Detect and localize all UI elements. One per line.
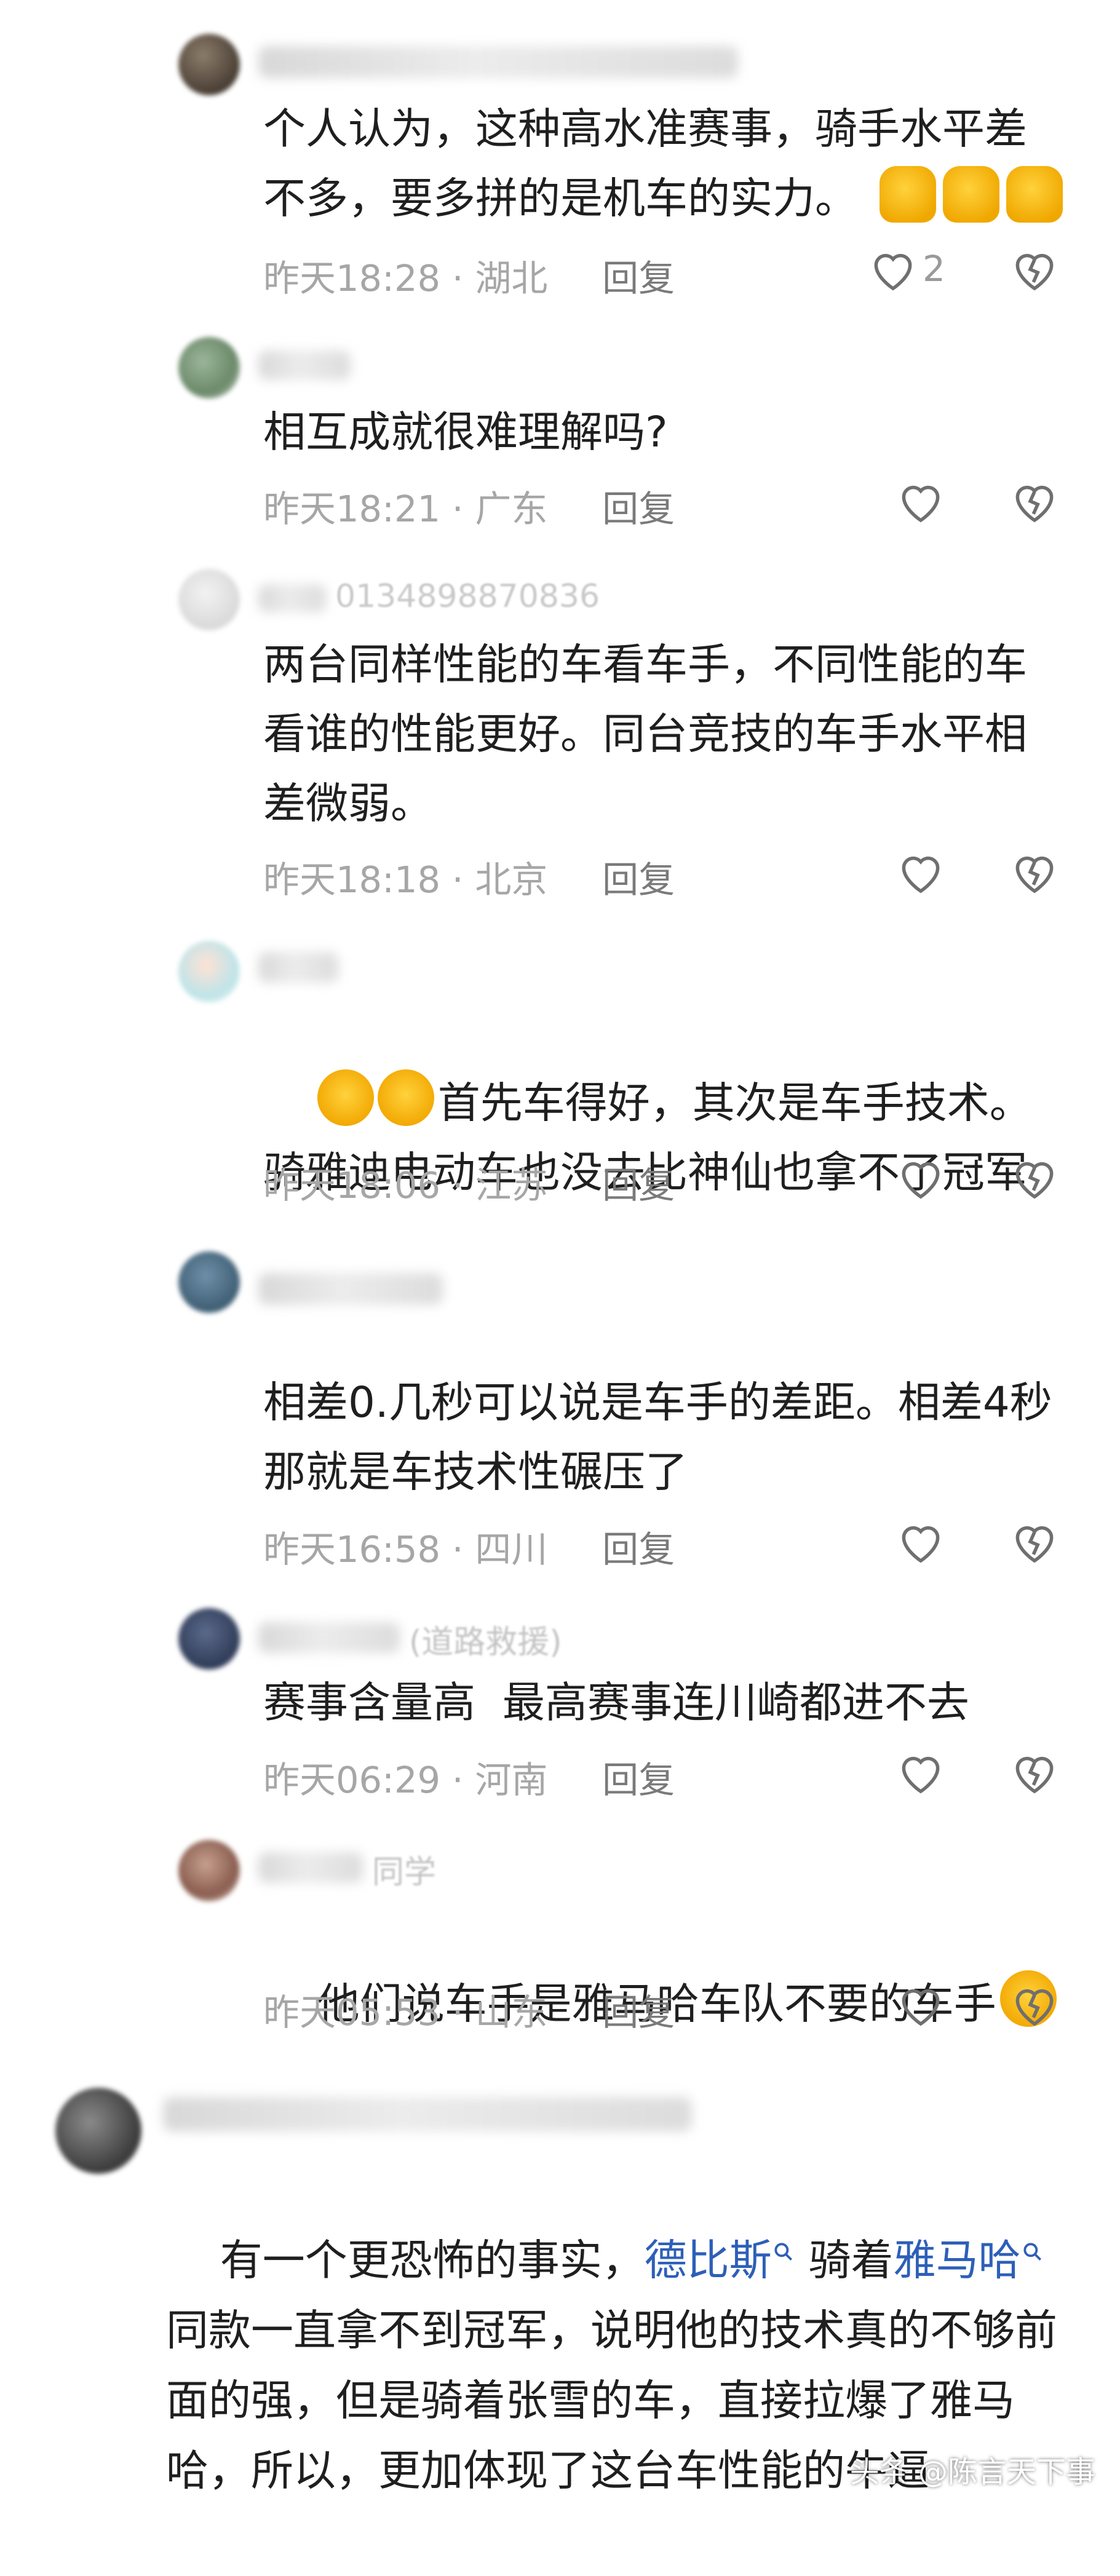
avatar[interactable] [178, 1251, 240, 1313]
timestamp: 昨天18:28 [263, 257, 441, 299]
comment-segment: 骑着 [795, 2236, 894, 2285]
separator: · [451, 488, 464, 530]
comment-text: 两台同样性能的车看车手，不同性能的车看谁的性能更好。同台竞技的车手水平相差微弱。 [263, 640, 1027, 828]
location: 北京 [475, 858, 548, 901]
separator: · [451, 257, 464, 299]
avatar[interactable] [178, 34, 240, 95]
username-blurred[interactable] [258, 1852, 363, 1883]
dislike-icon[interactable] [1009, 1154, 1060, 1201]
timestamp: 昨天05:53 [263, 1991, 441, 2034]
avatar[interactable] [178, 1608, 240, 1670]
search-icon[interactable] [772, 2240, 795, 2264]
username-partial[interactable]: (道路救援) [409, 1616, 562, 1662]
comment-text: 首先车得好，其次是车手技术。骑雅迪电动车也没去比神仙也拿不了冠军 [263, 999, 1063, 1277]
reply-button[interactable]: 回复 [602, 1164, 675, 1207]
search-link[interactable]: 德比斯 [645, 2236, 795, 2285]
heart-icon[interactable] [895, 1518, 947, 1565]
comment-text: 相互成就很难理解吗? [263, 408, 668, 457]
location: 四川 [475, 1528, 548, 1571]
dislike-icon[interactable] [1009, 246, 1060, 293]
location: 河南 [475, 1759, 548, 1801]
comment-meta: 昨天18:06 · 江苏 回复 [263, 1156, 675, 1208]
watermark: 头条 @陈言天下事 [849, 2455, 1095, 2489]
thumbs-up-emoji-icon [880, 166, 936, 223]
comment-text: 相差0.几秒可以说是车手的差距。相差4秒那就是车技术性碾压了 [263, 1378, 1052, 1497]
link-text[interactable]: 雅马哈 [894, 2236, 1021, 2285]
username-partial[interactable]: 同学 [372, 1846, 436, 1892]
reply-button[interactable]: 回复 [602, 1528, 675, 1571]
separator: · [451, 858, 464, 901]
username-blurred[interactable] [258, 351, 351, 380]
reply-button[interactable]: 回复 [602, 858, 675, 901]
dislike-icon[interactable] [1009, 478, 1060, 525]
username-partial[interactable]: 0134898870836 [335, 578, 600, 615]
separator: · [451, 1528, 464, 1571]
username-blurred[interactable] [258, 952, 338, 983]
separator: · [451, 1164, 464, 1207]
main-comment-text: 有一个更恐怖的事实，德比斯 骑着雅马哈 同款一直拿不到冠军，说明他的技术真的不够… [166, 2155, 1064, 2576]
timestamp: 昨天16:58 [263, 1528, 441, 1571]
heart-icon[interactable] [867, 246, 919, 293]
heart-icon[interactable] [895, 1981, 947, 2028]
timestamp: 昨天06:29 [263, 1759, 441, 1801]
crying-laughing-emoji-icon [377, 1069, 434, 1126]
avatar[interactable] [178, 1840, 240, 1901]
comment-segment: 有一个更恐怖的事实， [220, 2236, 645, 2285]
username-blurred[interactable] [258, 46, 738, 78]
comment-meta: 昨天16:58 · 四川 回复 [263, 1520, 675, 1572]
reply-button[interactable]: 回复 [602, 1759, 675, 1801]
separator: · [451, 1991, 464, 2034]
username-blurred[interactable] [258, 584, 326, 612]
heart-icon[interactable] [895, 1154, 947, 1201]
timestamp: 昨天18:21 [263, 488, 441, 530]
username-blurred[interactable] [258, 1273, 443, 1305]
thumbs-up-emoji-icon [1006, 166, 1063, 223]
thumbs-up-emoji-icon [943, 166, 1000, 223]
location: 广东 [475, 488, 548, 530]
dislike-icon[interactable] [1009, 1518, 1060, 1565]
timestamp: 昨天18:18 [263, 858, 441, 901]
avatar[interactable] [178, 569, 240, 630]
comment-meta: 昨天18:21 · 广东 回复 [263, 480, 675, 532]
comment-meta: 昨天18:28 · 湖北 回复 [263, 249, 675, 301]
avatar[interactable] [178, 337, 240, 398]
dislike-icon[interactable] [1009, 1749, 1060, 1796]
avatar[interactable] [178, 941, 240, 1002]
comment-text: 赛事含量高 最高赛事连川崎都进不去 [263, 1678, 969, 1727]
location: 湖北 [475, 257, 548, 299]
reply-button[interactable]: 回复 [602, 488, 675, 530]
emoji-group [880, 166, 1063, 223]
location: 山东 [475, 1991, 548, 2034]
comment-meta: 昨天05:53 · 山东 回复 [263, 1983, 675, 2035]
username-blurred[interactable] [258, 1622, 400, 1653]
username-blurred[interactable] [163, 2097, 692, 2131]
search-link[interactable]: 雅马哈 [894, 2236, 1044, 2285]
comment-meta: 昨天18:18 · 北京 回复 [263, 850, 675, 903]
heart-icon[interactable] [895, 1749, 947, 1796]
dislike-icon[interactable] [1009, 849, 1060, 895]
reply-button[interactable]: 回复 [602, 257, 675, 299]
heart-icon[interactable] [895, 849, 947, 895]
link-text[interactable]: 德比斯 [645, 2236, 772, 2285]
timestamp: 昨天18:06 [263, 1164, 441, 1207]
location: 江苏 [475, 1164, 548, 1207]
heart-icon[interactable] [895, 478, 947, 525]
comment-meta: 昨天06:29 · 河南 回复 [263, 1751, 675, 1803]
reply-button[interactable]: 回复 [602, 1991, 675, 2034]
separator: · [451, 1759, 464, 1801]
avatar[interactable] [55, 2088, 141, 2174]
search-icon[interactable] [1021, 2240, 1044, 2264]
dislike-icon[interactable] [1009, 1981, 1060, 2028]
like-count: 2 [923, 248, 945, 290]
crying-laughing-emoji-icon [317, 1069, 374, 1126]
